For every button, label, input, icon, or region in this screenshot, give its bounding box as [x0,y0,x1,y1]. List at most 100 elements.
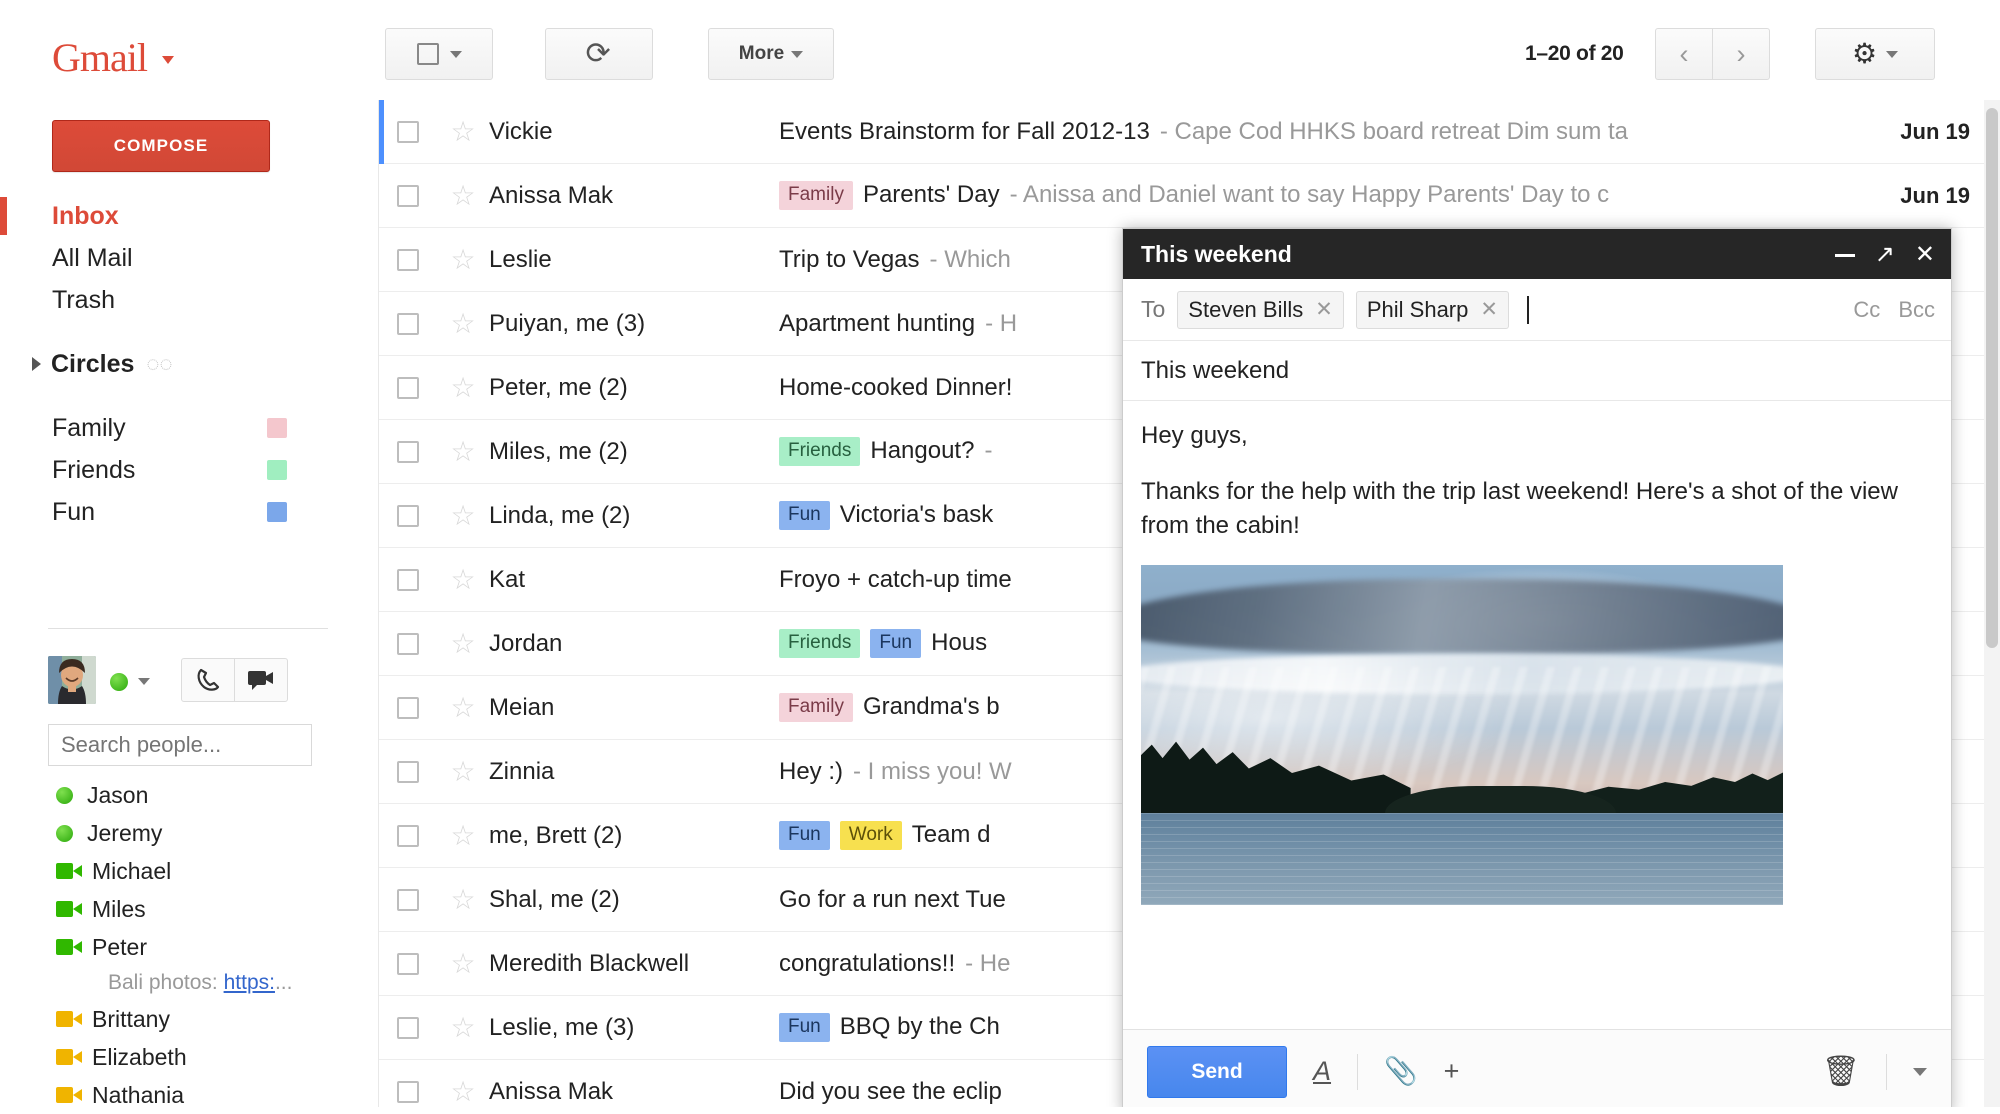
sidebar-label-friends[interactable]: Friends [0,449,355,491]
row-checkbox[interactable] [379,376,437,399]
popout-arrow-icon[interactable]: ↗ [1875,240,1895,269]
sidebar-item-circles[interactable]: Circles ◌◌ [0,343,355,385]
row-checkbox[interactable] [379,1080,437,1103]
star-icon[interactable]: ☆ [437,821,489,850]
star-icon[interactable]: ☆ [437,501,489,530]
checkbox-icon [397,824,419,847]
remove-recipient-icon[interactable]: ✕ [1315,297,1333,322]
video-chat-button[interactable] [234,659,287,701]
row-checkbox[interactable] [379,696,437,719]
star-icon[interactable]: ☆ [437,1013,489,1042]
star-icon[interactable]: ☆ [437,949,489,978]
sidebar-nav: Inbox All Mail Trash Circles ◌◌ Family F… [0,195,355,533]
star-icon[interactable]: ☆ [437,117,489,146]
star-icon[interactable]: ☆ [437,437,489,466]
minimize-icon[interactable] [1834,240,1855,268]
label-tag[interactable]: Fun [779,1013,830,1042]
table-row[interactable]: ☆ Vickie Events Brainstorm for Fall 2012… [379,100,2000,164]
row-checkbox[interactable] [379,568,437,591]
label-color-swatch [267,460,287,480]
presence-status-dot[interactable] [110,673,128,691]
chevron-down-icon[interactable] [1913,1067,1927,1076]
search-people-input[interactable] [48,724,312,766]
contact-item[interactable]: Michael [48,852,348,890]
more-button[interactable]: More [708,28,834,80]
gmail-dropdown-caret-icon[interactable] [162,56,174,64]
phone-call-button[interactable] [182,659,234,701]
next-page-button[interactable]: › [1712,29,1769,79]
trash-icon[interactable]: 🗑 [1822,1054,1860,1089]
sidebar-item-all-mail[interactable]: All Mail [0,237,355,279]
compose-subject-field[interactable]: This weekend [1123,341,1951,401]
refresh-button[interactable]: ⟲ [545,28,653,80]
label-tag[interactable]: Friends [779,629,861,658]
compose-to-field[interactable]: To Steven Bills ✕ Phil Sharp ✕ Cc Bcc [1123,279,1951,341]
remove-recipient-icon[interactable]: ✕ [1480,297,1498,322]
star-icon[interactable]: ☆ [437,181,489,210]
format-text-icon[interactable]: A [1313,1058,1331,1085]
star-icon[interactable]: ☆ [437,757,489,786]
contact-item[interactable]: Peter [48,928,348,966]
attached-photo[interactable] [1141,565,1783,906]
row-checkbox[interactable] [379,312,437,335]
star-icon[interactable]: ☆ [437,693,489,722]
row-checkbox[interactable] [379,120,437,143]
sidebar-label-family[interactable]: Family [0,407,355,449]
compose-body[interactable]: Hey guys, Thanks for the help with the t… [1123,401,1951,1029]
label-tag[interactable]: Work [839,821,902,850]
contact-item[interactable]: Elizabeth [48,1038,348,1076]
contact-status-link[interactable]: https: [224,971,275,995]
recipient-chip[interactable]: Phil Sharp ✕ [1355,290,1509,329]
compose-title-bar[interactable]: This weekend ↗ ✕ [1123,229,1951,279]
plus-icon[interactable]: + [1444,1058,1460,1085]
label-text: Family [52,413,126,442]
select-all-button[interactable] [385,28,493,80]
contact-item[interactable]: Brittany [48,1000,348,1038]
label-tag[interactable]: Fun [779,501,830,530]
label-tag[interactable]: Fun [870,629,922,658]
gmail-logo[interactable]: Gmail [52,34,148,81]
label-tag[interactable]: Family [779,181,853,210]
star-icon[interactable]: ☆ [437,629,489,658]
star-icon[interactable]: ☆ [437,1077,489,1106]
row-checkbox[interactable] [379,184,437,207]
row-checkbox[interactable] [379,632,437,655]
star-icon[interactable]: ☆ [437,245,489,274]
bcc-link[interactable]: Bcc [1898,297,1935,323]
star-icon[interactable]: ☆ [437,373,489,402]
contact-item[interactable]: Miles [48,890,348,928]
previous-page-button[interactable]: ‹ [1656,29,1712,79]
row-checkbox[interactable] [379,248,437,271]
scrollbar-thumb[interactable] [1986,108,1998,648]
avatar[interactable] [48,656,96,704]
sidebar-item-trash[interactable]: Trash [0,279,355,321]
star-icon[interactable]: ☆ [437,885,489,914]
label-tag[interactable]: Family [779,693,853,722]
chevron-down-icon[interactable] [138,678,150,685]
row-checkbox[interactable] [379,504,437,527]
row-checkbox[interactable] [379,1016,437,1039]
send-button[interactable]: Send [1147,1045,1287,1098]
table-row[interactable]: ☆ Anissa Mak Family Parents' Day - Aniss… [379,164,2000,228]
paperclip-icon[interactable]: 📎 [1384,1058,1418,1085]
label-tag[interactable]: Fun [779,821,830,850]
photo-cloud-upper [1141,578,1783,654]
settings-button[interactable]: ⚙ [1815,28,1935,80]
star-icon[interactable]: ☆ [437,565,489,594]
sidebar-item-inbox[interactable]: Inbox [0,195,355,237]
star-icon[interactable]: ☆ [437,309,489,338]
recipient-chip[interactable]: Steven Bills ✕ [1177,290,1344,329]
row-checkbox[interactable] [379,440,437,463]
label-tag[interactable]: Friends [779,437,861,466]
contact-item[interactable]: Jason [48,776,348,814]
contact-item[interactable]: Jeremy [48,814,348,852]
cc-link[interactable]: Cc [1853,297,1880,323]
vertical-scrollbar[interactable] [1984,100,2000,1114]
row-checkbox[interactable] [379,824,437,847]
sidebar-label-fun[interactable]: Fun [0,491,355,533]
row-checkbox[interactable] [379,760,437,783]
compose-button[interactable]: COMPOSE [52,120,270,172]
row-checkbox[interactable] [379,952,437,975]
row-checkbox[interactable] [379,888,437,911]
close-icon[interactable]: ✕ [1915,240,1935,269]
